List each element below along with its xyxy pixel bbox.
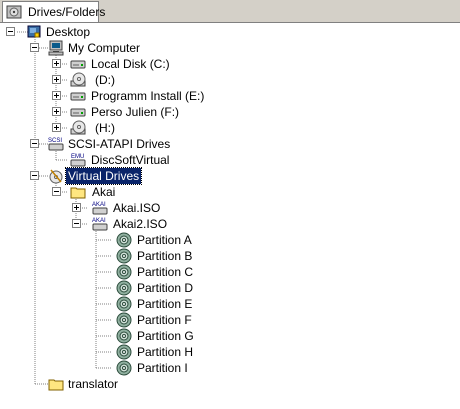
collapse-toggle[interactable]	[6, 27, 15, 36]
partition-disc-icon	[116, 232, 132, 248]
svg-text:AKAI: AKAI	[92, 202, 106, 208]
partition-disc-icon	[116, 280, 132, 296]
partition-disc-icon	[116, 360, 132, 376]
expand-toggle[interactable]	[72, 203, 81, 212]
collapse-toggle[interactable]	[30, 139, 39, 148]
tree-label-disc-soft-virtual: DiscSoftVirtual	[91, 153, 170, 167]
tab-label: Drives/Folders	[28, 5, 106, 19]
tree-label-partition: Partition F	[137, 313, 192, 327]
tree-label-partition: Partition I	[137, 361, 188, 375]
tree-label-perso-julien-f: Perso Julien (F:)	[91, 105, 180, 119]
partition-disc-icon	[116, 264, 132, 280]
partition-disc-icon	[116, 296, 132, 312]
akai-iso-icon: AKAI	[92, 202, 108, 215]
folder-tree[interactable]: Desktop My Computer Local Disk (C:) (D:)	[0, 24, 460, 409]
expand-toggle[interactable]	[52, 75, 61, 84]
folder-icon	[70, 187, 86, 199]
tree-label-translator: translator	[68, 377, 119, 391]
cd-drive-icon	[70, 72, 86, 87]
tree-label-my-computer: My Computer	[68, 41, 141, 55]
collapse-toggle[interactable]	[30, 171, 39, 180]
tree-label-partition: Partition G	[137, 329, 194, 343]
partition-disc-icon	[116, 312, 132, 328]
tree-label-programm-install-e: Programm Install (E:)	[91, 89, 205, 103]
hard-disk-icon	[70, 60, 86, 69]
tree-label-partition: Partition B	[137, 249, 193, 263]
akai-iso-icon: AKAI	[92, 218, 108, 231]
cd-drive-icon	[70, 120, 86, 135]
tree-label-local-disk-c: Local Disk (C:)	[91, 57, 170, 71]
partition-disc-icon	[116, 248, 132, 264]
partition-disc-icon	[116, 328, 132, 344]
tree-label-partition: Partition C	[137, 265, 194, 279]
collapse-toggle[interactable]	[72, 219, 81, 228]
expand-toggle[interactable]	[52, 107, 61, 116]
desktop-icon	[27, 25, 41, 38]
expand-toggle[interactable]	[52, 123, 61, 132]
tree-label-partition: Partition H	[137, 345, 194, 359]
partition-disc-icon	[116, 344, 132, 360]
tree-guide-lines	[17, 31, 112, 385]
tab-drives-folders[interactable]: Drives/Folders	[2, 1, 105, 22]
tree-label-akai2-iso: Akai2.ISO	[113, 217, 168, 231]
hard-disk-icon	[70, 108, 86, 117]
tree-label-akai: Akai	[92, 185, 116, 199]
svg-text:AKAI: AKAI	[92, 218, 106, 224]
tree-label-partition: Partition D	[137, 281, 194, 295]
expand-toggle[interactable]	[52, 59, 61, 68]
drives-folders-icon	[6, 5, 22, 19]
tree-label-virtual-drives: Virtual Drives	[64, 167, 143, 185]
scsi-drive-icon: SCSI	[48, 138, 64, 151]
tree-label-partition: Partition A	[137, 233, 192, 247]
computer-icon	[48, 40, 64, 56]
svg-text:EMU: EMU	[71, 154, 84, 160]
expand-toggle[interactable]	[52, 91, 61, 100]
tree-label-partition: Partition E	[137, 297, 193, 311]
emu-drive-icon: EMU	[70, 154, 86, 167]
folder-icon	[48, 379, 64, 391]
virtual-drives-icon	[49, 169, 63, 184]
tree-label-drive-d: (D:)	[95, 73, 115, 87]
hard-disk-icon	[70, 92, 86, 101]
collapse-toggle[interactable]	[52, 187, 61, 196]
tree-label-scsi-atapi-drives: SCSI-ATAPI Drives	[68, 137, 171, 151]
svg-text:SCSI: SCSI	[48, 138, 62, 144]
tree-label-drive-h: (H:)	[95, 121, 115, 135]
tab-bar: Drives/Folders	[0, 0, 460, 23]
tree-label-desktop: Desktop	[46, 25, 91, 39]
tree-label-akai-iso: Akai.ISO	[113, 201, 161, 215]
collapse-toggle[interactable]	[30, 43, 39, 52]
